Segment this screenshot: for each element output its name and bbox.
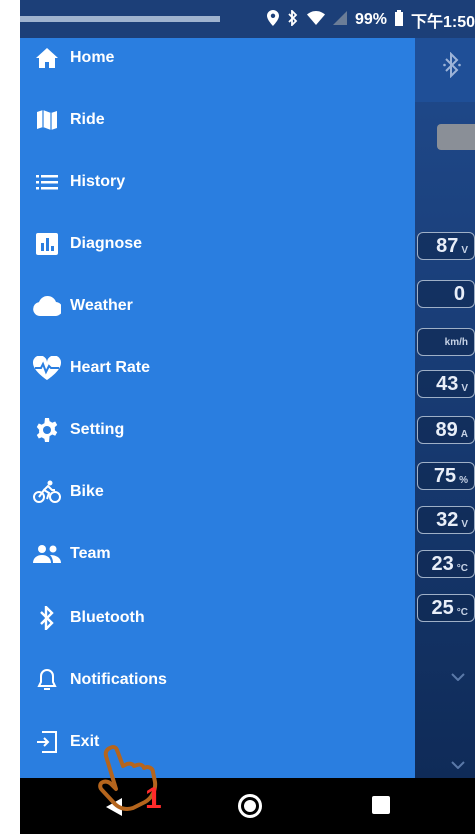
heart-rate-icon [32, 353, 62, 383]
signal-icon [332, 10, 347, 30]
drawer-item-setting[interactable]: Setting [20, 410, 415, 450]
gear-icon [32, 415, 62, 445]
drawer-item-notifications[interactable]: Notifications [20, 660, 415, 700]
status-icons: 99% 下午1:50 [266, 8, 475, 32]
chevron-down-icon [451, 756, 465, 774]
bluetooth-icon [439, 51, 465, 82]
recent-apps-button[interactable] [372, 796, 390, 814]
background-bar [437, 124, 475, 150]
app-frame: 99% 下午1:50 87 V 0 km/h 43 V 89 A 75 % 32… [20, 0, 475, 834]
drawer-item-ride[interactable]: Ride [20, 100, 415, 140]
drawer-item-history[interactable]: History [20, 162, 415, 202]
reading-chip: 89 A [417, 416, 475, 444]
drawer-item-bluetooth[interactable]: Bluetooth [20, 598, 415, 638]
reading-chip: km/h [417, 328, 475, 356]
drawer-item-label: Exit [70, 733, 100, 750]
clock: 下午1:50 [410, 14, 475, 31]
battery-percent: 99% [354, 11, 387, 28]
reading-chip: 0 [417, 280, 475, 308]
home-button[interactable] [238, 794, 262, 818]
reading-chip: 32 V [417, 506, 475, 534]
reading-chip: 43 V [417, 370, 475, 398]
system-navigation-bar [20, 778, 475, 834]
location-icon [266, 9, 279, 31]
navigation-drawer: Home Ride History Diagnose Weather Heart… [20, 38, 415, 778]
drawer-item-label: Team [70, 545, 111, 562]
home-icon [32, 43, 62, 73]
wifi-icon [306, 10, 325, 30]
drawer-item-label: Bluetooth [70, 609, 145, 626]
back-button[interactable] [106, 798, 122, 816]
list-icon [32, 167, 62, 197]
phone-screen: 99% 下午1:50 87 V 0 km/h 43 V 89 A 75 % 32… [0, 0, 475, 834]
drawer-item-label: Heart Rate [70, 359, 151, 376]
exit-icon [32, 727, 62, 757]
drawer-item-label: Ride [70, 111, 105, 128]
drawer-item-label: History [70, 173, 126, 190]
reading-chip: 23 °C [417, 550, 475, 578]
drawer-item-diagnose[interactable]: Diagnose [20, 224, 415, 264]
battery-icon [394, 9, 403, 31]
drawer-item-label: Home [70, 49, 115, 66]
drawer-item-exit[interactable]: Exit [20, 722, 415, 762]
drawer-item-label: Diagnose [70, 235, 143, 252]
chart-icon [32, 229, 62, 259]
status-strip [20, 16, 220, 22]
team-icon [32, 539, 62, 569]
drawer-item-label: Notifications [70, 671, 167, 688]
bike-icon [32, 477, 62, 507]
drawer-item-team[interactable]: Team [20, 534, 415, 574]
drawer-item-label: Weather [70, 297, 133, 314]
drawer-item-heart-rate[interactable]: Heart Rate [20, 348, 415, 388]
drawer-item-bike[interactable]: Bike [20, 472, 415, 512]
cloud-icon [32, 291, 62, 321]
status-bar: 99% 下午1:50 [20, 0, 475, 38]
bluetooth-icon [287, 8, 299, 31]
reading-chip: 25 °C [417, 594, 475, 622]
drawer-item-home[interactable]: Home [20, 38, 415, 78]
drawer-item-weather[interactable]: Weather [20, 286, 415, 326]
bluetooth-icon [32, 603, 62, 633]
bell-icon [32, 665, 62, 695]
chevron-down-icon [451, 668, 465, 686]
reading-chip: 75% [417, 462, 475, 490]
drawer-item-label: Setting [70, 421, 125, 438]
map-icon [32, 105, 62, 135]
drawer-item-label: Bike [70, 483, 104, 500]
reading-chip: 87 V [417, 232, 475, 260]
